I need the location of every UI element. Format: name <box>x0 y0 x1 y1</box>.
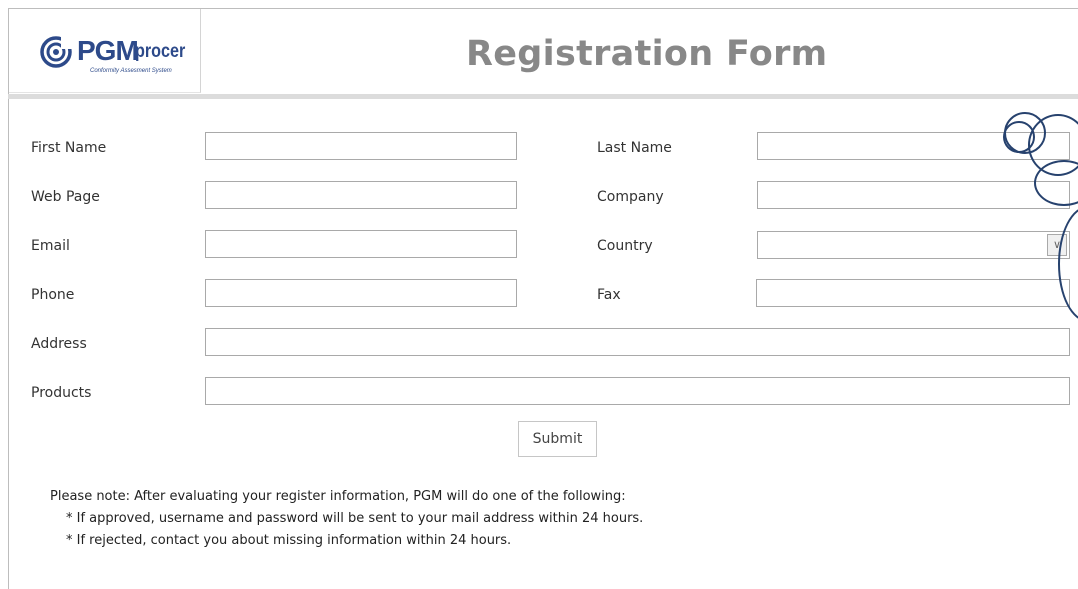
header-divider <box>8 94 1078 99</box>
last-name-label: Last Name <box>597 140 672 156</box>
email-field[interactable] <box>205 230 517 258</box>
company-label: Company <box>597 189 664 205</box>
fax-field[interactable] <box>756 279 1070 307</box>
products-label: Products <box>31 385 92 401</box>
web-page-label: Web Page <box>31 189 100 205</box>
logo-brand: PGM <box>77 35 139 66</box>
first-name-label: First Name <box>31 140 107 156</box>
country-label: Country <box>597 238 653 254</box>
phone-label: Phone <box>31 287 75 303</box>
note-approved: * If approved, username and password wil… <box>66 511 644 526</box>
email-label: Email <box>31 238 70 254</box>
address-label: Address <box>31 336 87 352</box>
company-field[interactable] <box>757 181 1070 209</box>
logo-tagline: Conformity Assesment System <box>90 68 172 74</box>
products-field[interactable] <box>205 377 1070 405</box>
logo: PGM procer Conformity Assesment System <box>9 9 201 93</box>
phone-field[interactable] <box>205 279 517 307</box>
bubble-decoration <box>1003 121 1035 153</box>
swirl-icon <box>40 35 73 68</box>
note-rejected: * If rejected, contact you about missing… <box>66 533 512 548</box>
web-page-field[interactable] <box>205 181 517 209</box>
page-title: Registration Form <box>466 34 828 74</box>
address-field[interactable] <box>205 328 1070 356</box>
first-name-field[interactable] <box>205 132 517 160</box>
logo-product: procer <box>135 41 186 62</box>
submit-button[interactable]: Submit <box>518 421 597 457</box>
country-select[interactable]: ∨ <box>757 231 1070 259</box>
note-intro: Please note: After evaluating your regis… <box>50 489 626 504</box>
fax-label: Fax <box>597 287 621 303</box>
